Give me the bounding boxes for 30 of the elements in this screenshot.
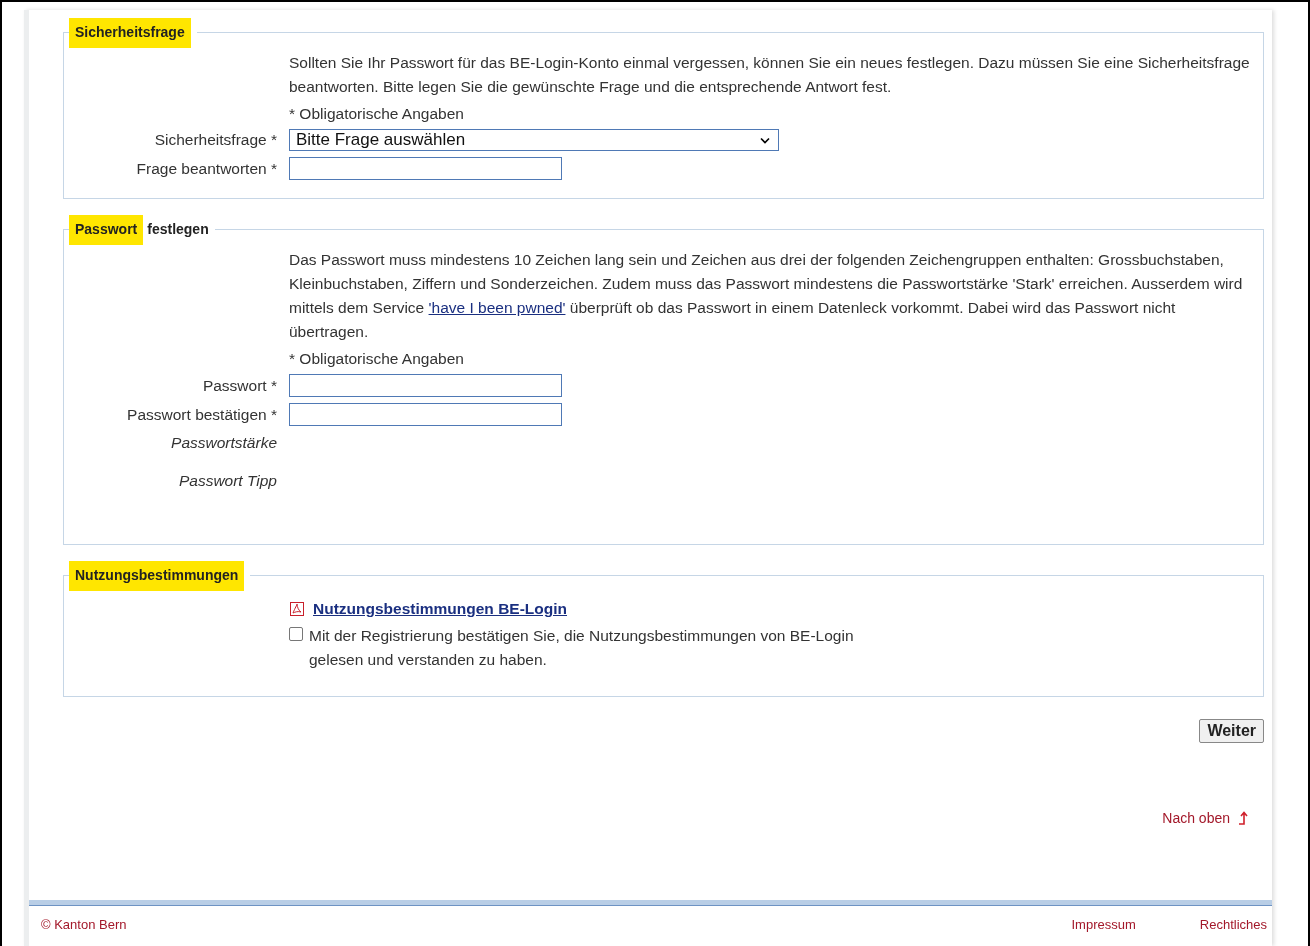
question-select[interactable]: Bitte Frage auswählen: [289, 129, 779, 151]
consent-text: Mit der Registrierung bestätigen Sie, die Nutzungsbestimmungen von BE-Login gelesen und verstanden zu haben.: [309, 626, 855, 670]
hint-label: Passwortstärke: [170, 433, 277, 453]
footer-link[interactable]: Impressum: [1071, 917, 1136, 932]
section-title: Passwort: [69, 215, 144, 245]
info-link[interactable]: 'have I been pwned': [428, 299, 566, 316]
next-button[interactable]: Weiter: [1199, 719, 1264, 743]
footer-link[interactable]: Rechtliches: [1199, 917, 1267, 932]
checkbox[interactable]: [289, 627, 303, 641]
back-to-top-link[interactable]: Nach oben: [1162, 810, 1250, 826]
intro-text: Das Passwort muss mindestens 10 Zeichen lang sein und Zeichen aus drei der folgenden Zeichengruppen enthalten: Grossbuchstaben, Kleinbuchstaben, Ziffern und Sonderzeichen. Zudem muss das Passwort mindestens die Passwortstärke 'Stark' erreichen. Ausserdem wird mittels dem Service 'have I been pwned' überprüft ob das Passwort in einem Datenleck vorkommt. Dabei wird das Passwort nicht übertragen.: [289, 250, 1244, 342]
document-link[interactable]: Nutzungsbestimmungen BE-Login: [313, 600, 567, 618]
pdf-icon: [289, 601, 305, 617]
copyright-text: © Kanton Bern: [41, 917, 127, 932]
input-field[interactable]: [289, 403, 562, 426]
intro-text: Sollten Sie Ihr Passwort für das BE-Login-Konto einmal vergessen, können Sie ein neues festlegen. Dazu müssen Sie eine Sicherheitsfrage beantworten. Bitte legen Sie die gewünschte Frage und die entsprechende Antwort fest.: [289, 53, 1251, 97]
field-label: Passwort bestätigen *: [126, 404, 277, 425]
field-label: Passwort *: [201, 375, 277, 396]
required-note: * Obligatorische Angaben: [289, 350, 464, 368]
field-label: Sicherheitsfrage *: [153, 130, 277, 150]
required-note: * Obligatorische Angaben: [289, 105, 464, 123]
section-title: Sicherheitsfrage: [69, 18, 191, 48]
input-field[interactable]: [289, 157, 562, 180]
up-arrow-icon: [1238, 811, 1250, 825]
section-title: festlegen: [147, 220, 209, 239]
chevron-icon: [760, 136, 770, 144]
hint-label: Passwort Tipp: [177, 471, 277, 491]
section-title: Nutzungsbestimmungen: [69, 561, 245, 591]
input-field[interactable]: [289, 374, 562, 397]
field-label: Frage beantworten *: [135, 158, 277, 179]
